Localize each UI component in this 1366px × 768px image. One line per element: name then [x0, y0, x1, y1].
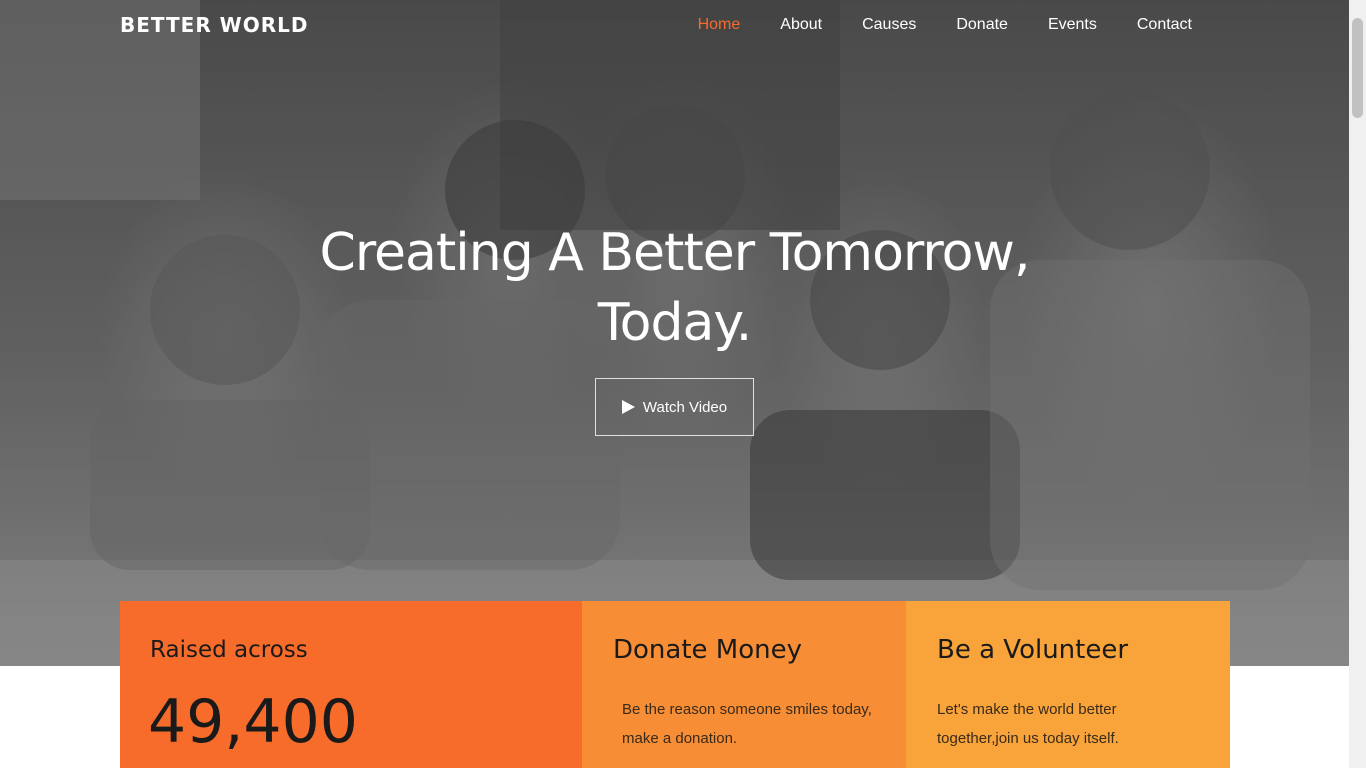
donate-card-title: Donate Money	[613, 635, 802, 665]
donate-card[interactable]: Donate Money Be the reason someone smile…	[582, 601, 906, 768]
play-icon	[621, 400, 635, 414]
hero-title-line-1: Creating A Better Tomorrow,	[319, 223, 1031, 283]
site-logo[interactable]: BETTER WORLD	[120, 13, 308, 37]
cta-cards: Raised across 49,400 Donate Money Be the…	[120, 601, 1230, 768]
nav-donate[interactable]: Donate	[956, 16, 1008, 34]
raised-amount: 49,400	[148, 687, 358, 757]
hero-title-line-2: Today.	[597, 293, 753, 353]
main-nav: Home About Causes Donate Events Contact	[658, 16, 1192, 34]
nav-home[interactable]: Home	[698, 16, 741, 34]
volunteer-card[interactable]: Be a Volunteer Let's make the world bett…	[906, 601, 1230, 768]
page-scrollbar[interactable]	[1349, 0, 1366, 768]
hero-title: Creating A Better Tomorrow, Today.	[0, 218, 1349, 358]
volunteer-card-text: Let's make the world better together,joi…	[937, 701, 1119, 747]
raised-label: Raised across	[150, 637, 308, 663]
nav-events[interactable]: Events	[1048, 16, 1097, 34]
volunteer-card-title: Be a Volunteer	[937, 635, 1129, 665]
watch-video-button[interactable]: Watch Video	[595, 378, 754, 436]
nav-causes[interactable]: Causes	[862, 16, 916, 34]
hero-section: BETTER WORLD Home About Causes Donate Ev…	[0, 0, 1349, 666]
nav-about[interactable]: About	[780, 16, 822, 34]
raised-card: Raised across 49,400	[120, 601, 582, 768]
scrollbar-thumb[interactable]	[1352, 18, 1363, 118]
donate-card-text: Be the reason someone smiles today, make…	[622, 701, 872, 747]
watch-video-label: Watch Video	[642, 398, 728, 416]
nav-contact[interactable]: Contact	[1137, 16, 1192, 34]
